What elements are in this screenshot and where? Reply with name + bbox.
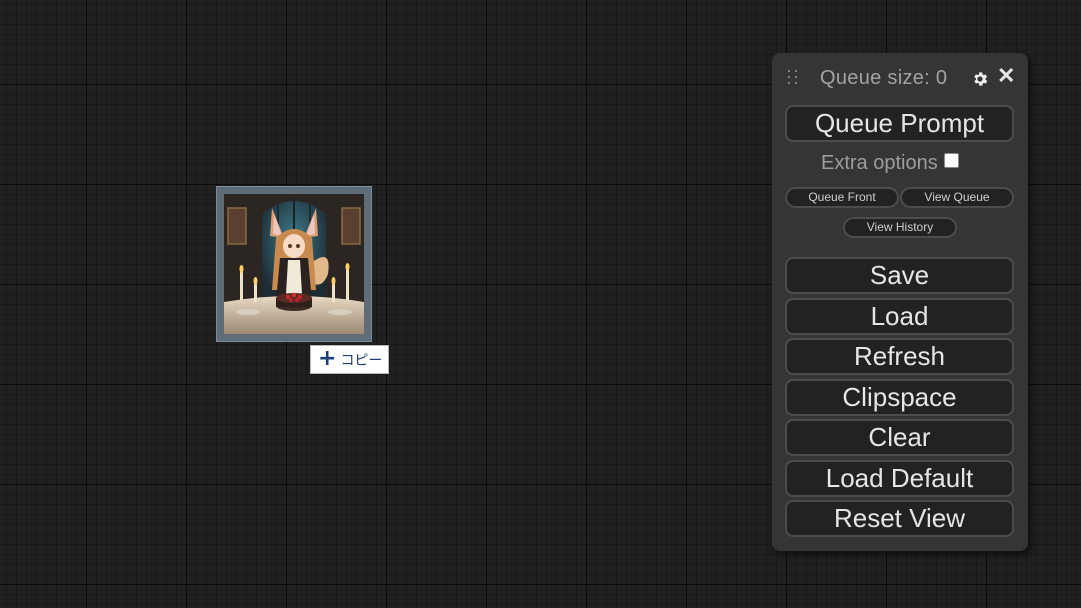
plus-icon: + [318,345,337,371]
clear-button[interactable]: Clear [785,419,1014,456]
anime-illustration-image [224,194,364,334]
queue-front-button[interactable]: Queue Front [785,187,899,208]
queue-size-indicator: Queue size: 0 [820,67,947,90]
copy-drop-tooltip: + コピー [310,345,389,374]
view-queue-button[interactable]: View Queue [900,187,1014,208]
load-button[interactable]: Load [785,298,1014,335]
view-history-button[interactable]: View History [843,217,957,238]
close-icon[interactable]: ✕ [997,64,1015,88]
queue-prompt-button[interactable]: Queue Prompt [785,105,1014,142]
gear-icon[interactable] [971,70,989,88]
reset-view-button[interactable]: Reset View [785,500,1014,537]
load-default-button[interactable]: Load Default [785,460,1014,497]
clipspace-button[interactable]: Clipspace [785,379,1014,416]
queue-size-label: Queue size: [820,67,931,89]
copy-tip-label: コピー [340,352,383,369]
extra-options-checkbox[interactable] [943,153,959,168]
save-button[interactable]: Save [785,257,1014,294]
queue-size-value: 0 [935,67,948,89]
dragged-image-preview [216,186,372,342]
queue-menu-panel: Queue size: 0 ✕ Queue Prompt Extra optio… [772,53,1028,551]
extra-options-toggle[interactable]: Extra options [821,152,959,175]
extra-options-label: Extra options [821,152,938,174]
refresh-button[interactable]: Refresh [785,338,1014,375]
drag-handle-icon[interactable] [788,70,802,86]
